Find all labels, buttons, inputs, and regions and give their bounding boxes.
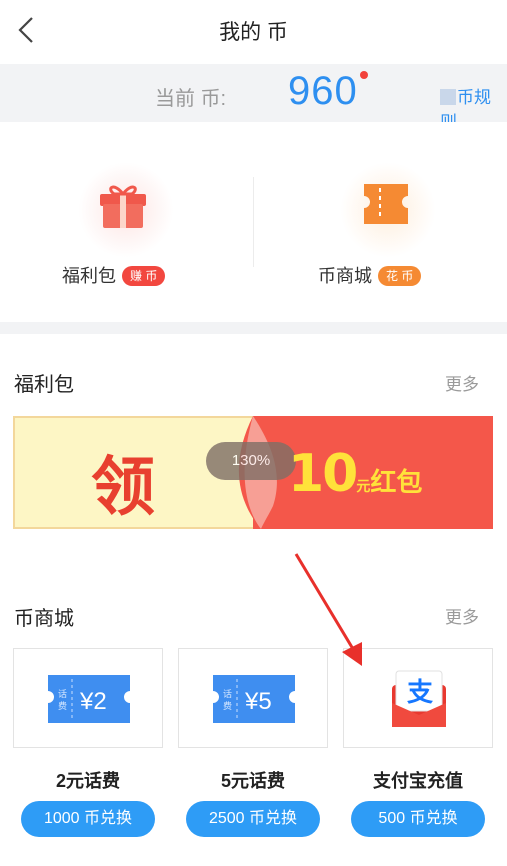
gift-box-icon [100, 185, 146, 228]
entry-welfare-text: 福利包赚 币 [62, 262, 166, 288]
balance-bar: 当前 币: 960 币规则 [0, 64, 507, 132]
entry-panel: 福利包赚 币 币商城花 币 [0, 122, 507, 322]
banner-amount: 10元红包 [288, 444, 422, 504]
entry-mall-text: 币商城花 币 [318, 262, 422, 288]
spend-badge: 花 币 [378, 266, 422, 286]
redeem-button[interactable]: 500 币兑换 [351, 801, 485, 837]
coin-placeholder-icon [440, 89, 456, 105]
welfare-more-link[interactable]: 更多 [445, 370, 479, 395]
mall-item-name: 2元话费 [55, 771, 120, 791]
entry-welfare-label: 福利包 [62, 266, 116, 286]
phone-credit-ticket-icon: 话 费 ¥2 [48, 675, 130, 723]
alipay-glyph: 支 [407, 677, 433, 707]
mall-item-name: 5元话费 [220, 771, 285, 791]
balance-label: 当前 币: [155, 88, 227, 110]
banner-amount-number: 10 [288, 444, 358, 504]
banner-amount-unit: 元 [356, 478, 371, 494]
alipay-redpacket-icon: 支 [392, 670, 446, 727]
entry-mall-label: 币商城 [318, 266, 372, 286]
phone-credit-ticket-icon: 话 费 ¥5 [213, 675, 295, 723]
redpacket-banner[interactable]: 领 130% 10元红包 [13, 416, 493, 529]
mall-title: 币商城 [14, 608, 74, 630]
banner-percent: 130% [206, 442, 296, 480]
section-gap [0, 322, 507, 334]
ticket-tag: 话 [58, 688, 67, 699]
earn-badge: 赚 币 [122, 266, 166, 286]
entry-mall[interactable]: 币商城花 币 [254, 122, 507, 322]
ticket-tag-2: 费 [58, 700, 67, 711]
redeem-button[interactable]: 2500 币兑换 [186, 801, 320, 837]
balance-value: 960 [288, 69, 358, 113]
mall-item-name: 支付宝充值 [373, 771, 463, 791]
welfare-title: 福利包 [14, 374, 74, 396]
banner-claim-text: 领 [91, 450, 155, 525]
banner-amount-suffix: 红包 [370, 467, 423, 497]
redeem-button[interactable]: 1000 币兑换 [21, 801, 155, 837]
mall-more-link[interactable]: 更多 [445, 603, 479, 628]
ticket-tag-2: 费 [223, 700, 232, 711]
ticket-icon [364, 184, 408, 224]
ticket-value: ¥2 [79, 688, 107, 715]
top-bar: 我的 币 [0, 0, 507, 64]
mall-item-card[interactable]: 话 费 ¥5 [178, 648, 328, 748]
entry-welfare[interactable]: 福利包赚 币 [0, 122, 253, 322]
notification-dot [360, 71, 368, 79]
ticket-value: ¥5 [244, 688, 272, 715]
mall-item-card[interactable]: 话 费 ¥2 [13, 648, 163, 748]
ticket-tag: 话 [223, 688, 232, 699]
mall-item-card[interactable]: 支 [343, 648, 493, 748]
page-title: 我的 币 [219, 21, 288, 44]
